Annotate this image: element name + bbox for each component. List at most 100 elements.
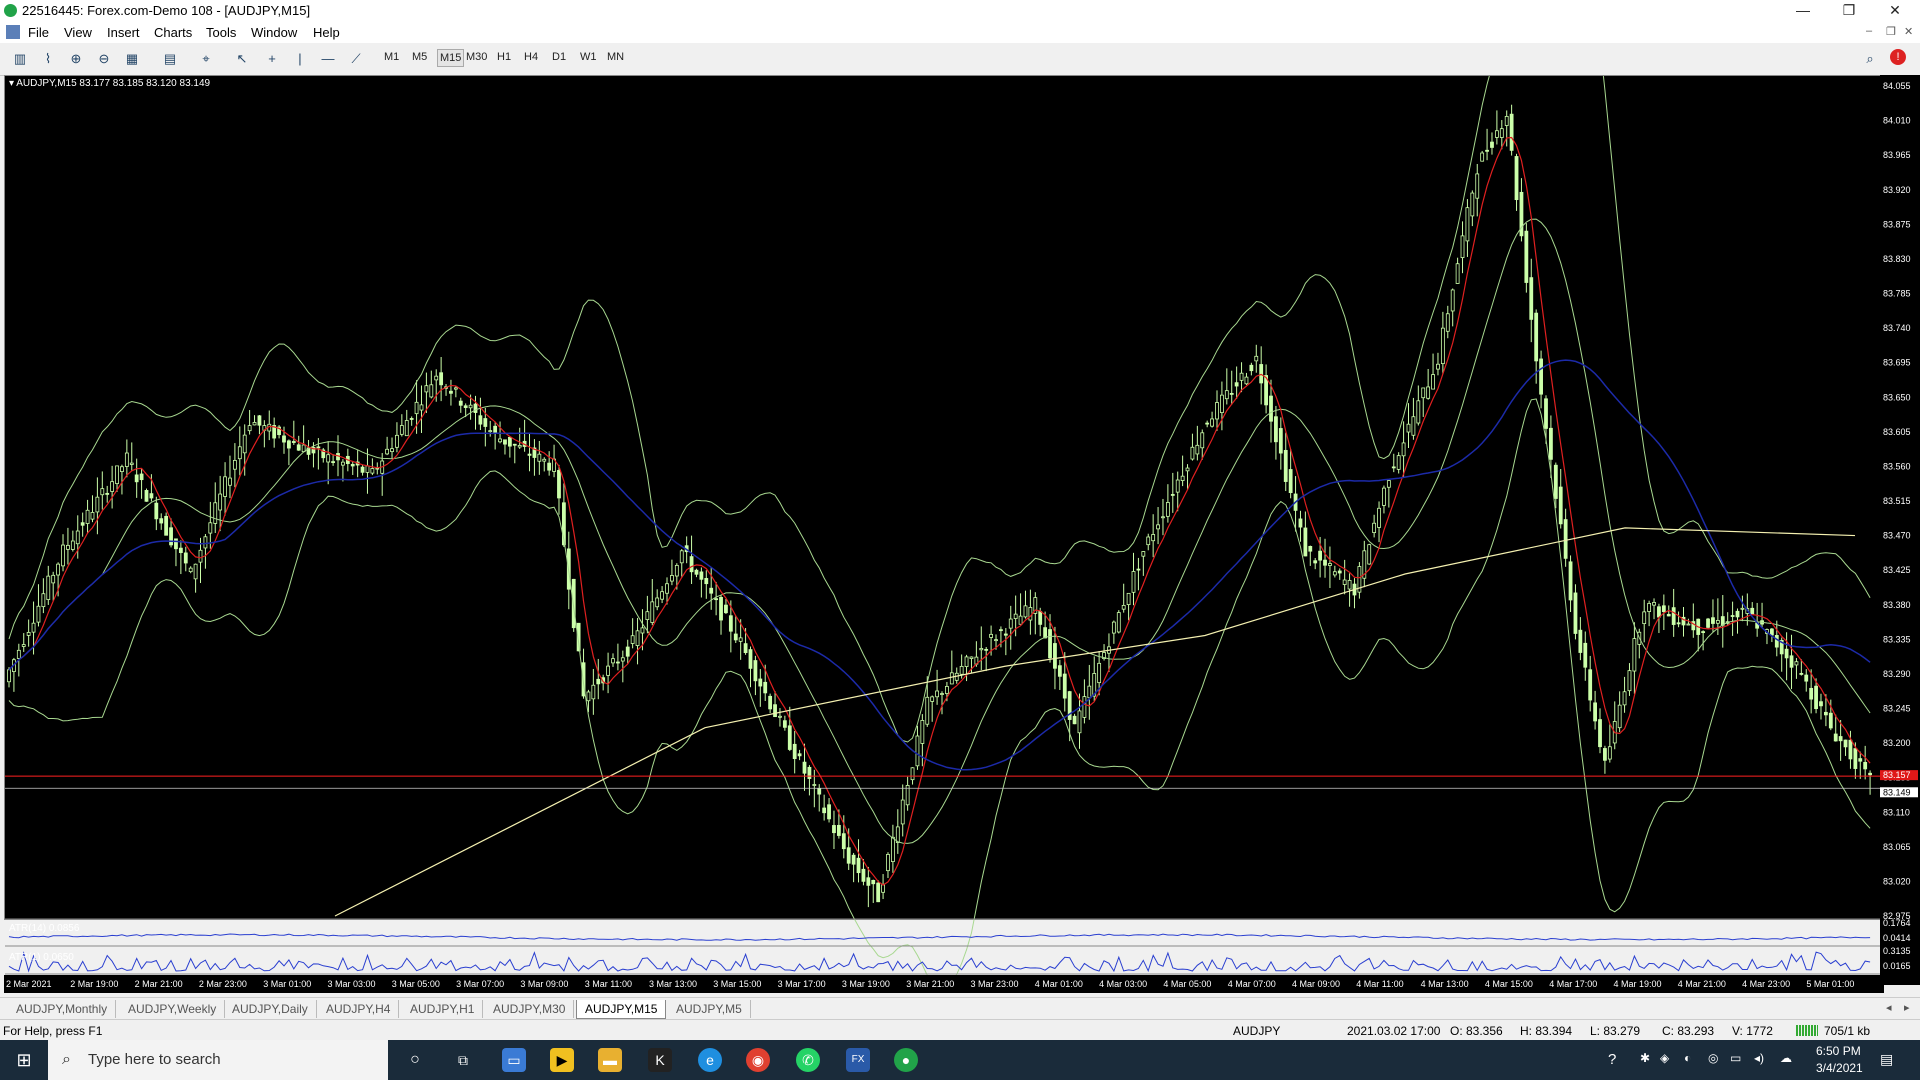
tab-daily[interactable]: AUDJPY,Daily bbox=[224, 1000, 317, 1018]
tf-mn[interactable]: MN bbox=[607, 51, 624, 63]
candle-body bbox=[782, 720, 787, 728]
candle-body bbox=[1111, 621, 1116, 634]
candle-body bbox=[1386, 480, 1391, 488]
atr14-line bbox=[8, 933, 1871, 941]
minimize-button[interactable]: — bbox=[1780, 0, 1826, 22]
menu-file[interactable]: File bbox=[28, 25, 49, 40]
close-button[interactable]: ✕ bbox=[1872, 0, 1918, 22]
whatsapp-icon[interactable]: ✆ bbox=[796, 1048, 820, 1072]
menu-view[interactable]: View bbox=[64, 25, 92, 40]
tab-m15[interactable]: AUDJPY,M15 bbox=[576, 1000, 667, 1019]
tab-weekly[interactable]: AUDJPY,Weekly bbox=[120, 1000, 226, 1018]
candle-body bbox=[1652, 602, 1656, 606]
cortana-icon[interactable]: ○ bbox=[403, 1048, 427, 1072]
templates-icon[interactable]: ▤ bbox=[160, 49, 180, 69]
restore-button[interactable]: ❐ bbox=[1826, 0, 1872, 22]
tf-h1[interactable]: H1 bbox=[497, 51, 511, 63]
price-chart[interactable]: ▾ AUDJPY,M15 83.177 83.185 83.120 83.149… bbox=[4, 75, 1886, 976]
child-restore-button[interactable]: ❐ bbox=[1886, 25, 1896, 38]
menu-charts[interactable]: Charts bbox=[154, 25, 192, 40]
candle-body bbox=[945, 686, 949, 694]
app-icon-3[interactable]: K bbox=[648, 1048, 672, 1072]
tab-prev-icon[interactable]: ◂ bbox=[1886, 1001, 1892, 1014]
candles bbox=[7, 104, 1872, 908]
candle-body bbox=[1465, 207, 1470, 242]
tf-w1[interactable]: W1 bbox=[580, 51, 597, 63]
clock-time[interactable]: 6:50 PM bbox=[1816, 1044, 1861, 1058]
candle-body bbox=[1819, 701, 1823, 707]
edge-icon[interactable]: e bbox=[698, 1048, 722, 1072]
zoom-out-icon[interactable]: ⊖ bbox=[94, 49, 114, 69]
search-icon[interactable]: ⌕ bbox=[1860, 49, 1880, 69]
tab-h1[interactable]: AUDJPY,H1 bbox=[402, 1000, 484, 1018]
tf-h4[interactable]: H4 bbox=[524, 51, 538, 63]
candle-body bbox=[989, 633, 994, 638]
help-icon[interactable]: ? bbox=[1608, 1051, 1616, 1068]
candle-body bbox=[1848, 739, 1853, 760]
tab-m30[interactable]: AUDJPY,M30 bbox=[485, 1000, 575, 1018]
candle-body bbox=[1544, 398, 1548, 429]
cursor-icon[interactable]: ↖ bbox=[232, 49, 252, 69]
candle-body bbox=[105, 492, 110, 495]
app-icon-2[interactable]: ▶ bbox=[550, 1048, 574, 1072]
line-chart-icon[interactable]: ⌇ bbox=[38, 49, 58, 69]
price-label: 83.470 bbox=[1883, 531, 1911, 541]
menu-window[interactable]: Window bbox=[251, 25, 297, 40]
price-label: 83.875 bbox=[1883, 219, 1911, 229]
tf-d1[interactable]: D1 bbox=[552, 51, 566, 63]
candle-body bbox=[154, 502, 159, 520]
tray-icon-2[interactable]: ◐ bbox=[1684, 1051, 1691, 1065]
child-close-button[interactable]: ✕ bbox=[1904, 25, 1913, 38]
tray-icon-1[interactable]: ◈ bbox=[1660, 1051, 1669, 1065]
tab-h4[interactable]: AUDJPY,H4 bbox=[318, 1000, 400, 1018]
tf-m5[interactable]: M5 bbox=[412, 51, 427, 63]
bar-chart-icon[interactable]: ▥ bbox=[10, 49, 30, 69]
tile-windows-icon[interactable]: ▦ bbox=[122, 49, 142, 69]
bluetooth-icon[interactable]: ✱ bbox=[1640, 1051, 1650, 1065]
clock-date[interactable]: 3/4/2021 bbox=[1816, 1061, 1863, 1075]
file-explorer-icon[interactable]: ▬ bbox=[598, 1048, 622, 1072]
task-view-icon[interactable]: ⧉ bbox=[451, 1048, 475, 1072]
candle-body bbox=[449, 390, 453, 394]
candle-body bbox=[1313, 560, 1318, 564]
candle-body bbox=[832, 825, 836, 834]
candle-body bbox=[1249, 364, 1254, 372]
metatrader-icon[interactable]: ● bbox=[894, 1048, 918, 1072]
price-label: 83.965 bbox=[1883, 150, 1911, 160]
candle-body bbox=[1450, 289, 1455, 312]
onedrive-icon[interactable]: ☁ bbox=[1780, 1051, 1792, 1065]
candle-body bbox=[434, 375, 439, 381]
menu-insert[interactable]: Insert bbox=[107, 25, 140, 40]
tf-m1[interactable]: M1 bbox=[384, 51, 399, 63]
child-minimize-button[interactable]: – bbox=[1866, 25, 1872, 37]
crosshair-icon[interactable]: ⌖ bbox=[196, 49, 216, 69]
notifications-icon[interactable]: ▤ bbox=[1880, 1051, 1893, 1068]
cross-icon[interactable]: + bbox=[262, 49, 282, 69]
candle-body bbox=[1278, 428, 1283, 454]
vertical-line-icon[interactable]: | bbox=[290, 49, 310, 69]
trendline-icon[interactable]: ⟋ bbox=[346, 49, 366, 69]
tab-m5[interactable]: AUDJPY,M5 bbox=[668, 1000, 751, 1018]
app-icon-1[interactable]: ▭ bbox=[502, 1048, 526, 1072]
tab-monthly[interactable]: AUDJPY,Monthly bbox=[8, 1000, 117, 1018]
chart-canvas bbox=[5, 76, 1880, 976]
zoom-in-icon[interactable]: ⊕ bbox=[66, 49, 86, 69]
taskbar-search[interactable]: ⌕ Type here to search bbox=[48, 1040, 388, 1080]
chrome-icon[interactable]: ◉ bbox=[746, 1048, 770, 1072]
tf-m15[interactable]: M15 bbox=[437, 49, 465, 67]
menu-help[interactable]: Help bbox=[313, 25, 340, 40]
candle-body bbox=[257, 415, 262, 426]
candle-body bbox=[208, 522, 213, 534]
volume-icon[interactable]: ◂) bbox=[1754, 1051, 1764, 1065]
network-icon[interactable]: ▭ bbox=[1730, 1051, 1741, 1065]
menu-tools[interactable]: Tools bbox=[206, 25, 236, 40]
tf-m30[interactable]: M30 bbox=[466, 51, 487, 63]
windows-start-icon[interactable]: ⊞ bbox=[12, 1048, 36, 1072]
tray-icon-3[interactable]: ◎ bbox=[1708, 1051, 1718, 1065]
candle-body bbox=[1377, 507, 1381, 528]
notification-icon[interactable]: ! bbox=[1890, 49, 1906, 65]
fx-app-icon[interactable]: FX bbox=[846, 1048, 870, 1072]
horizontal-line-icon[interactable]: — bbox=[318, 49, 338, 69]
candle-body bbox=[606, 665, 610, 676]
tab-next-icon[interactable]: ▸ bbox=[1904, 1001, 1910, 1014]
